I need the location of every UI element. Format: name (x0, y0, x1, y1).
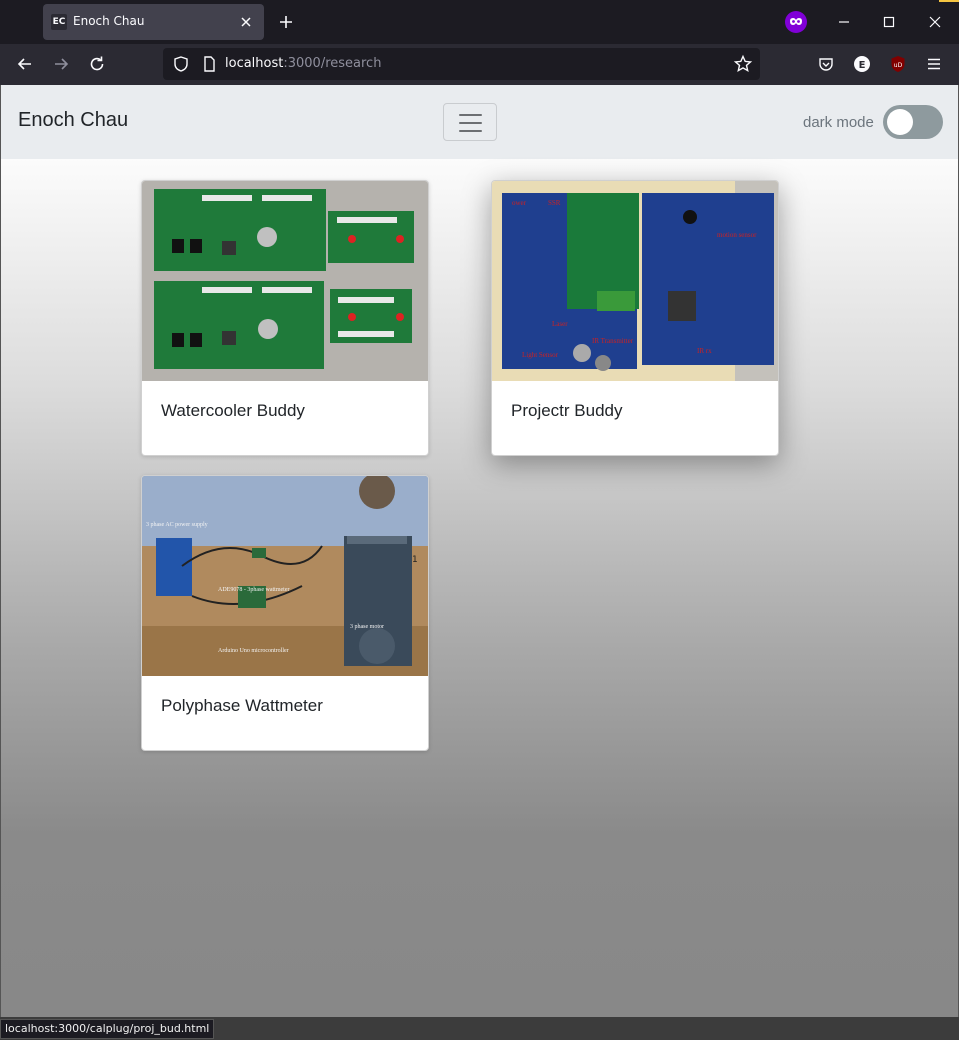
private-browsing-icon[interactable] (785, 11, 807, 33)
photo-label: IR rx (697, 347, 712, 355)
site-navbar: Enoch Chau dark mode (1, 85, 958, 159)
card-title[interactable]: Watercooler Buddy (161, 401, 305, 421)
favicon-icon: EC (51, 14, 67, 30)
bookmark-star-icon[interactable] (733, 54, 753, 74)
photo-label: SSR (548, 199, 561, 207)
photo-label: Laser (552, 320, 568, 328)
blue-pcb-boards-photo: ower SSR Laser IR Transmitter Light Sens… (492, 181, 778, 381)
dark-mode-label: dark mode (803, 114, 874, 131)
navbar-toggler-button[interactable] (443, 103, 497, 141)
project-card-polyphase-wattmeter[interactable]: 3 phase AC power supply ADE9078 - 3phase… (141, 475, 429, 751)
page-content: Enoch Chau dark mode Watercooler Buddy o… (0, 85, 959, 1017)
url-text[interactable]: localhost:3000/research (225, 56, 381, 71)
address-bar[interactable]: localhost:3000/research (163, 48, 760, 80)
window-close-icon[interactable] (923, 10, 947, 34)
project-card-projectr-buddy[interactable]: ower SSR Laser IR Transmitter Light Sens… (491, 180, 779, 456)
browser-toolbar: localhost:3000/research E uD (0, 44, 959, 85)
status-link-url: localhost:3000/calplug/proj_bud.html (0, 1019, 215, 1039)
project-card-watercooler-buddy[interactable]: Watercooler Buddy (141, 180, 429, 456)
forward-arrow-icon[interactable] (51, 54, 71, 74)
photo-label: 1 (412, 555, 418, 565)
reload-icon[interactable] (87, 54, 107, 74)
photo-label: Arduino Uno microcontroller (218, 648, 289, 654)
new-tab-icon[interactable] (275, 11, 297, 33)
site-brand[interactable]: Enoch Chau (18, 109, 128, 132)
photo-label: 3 phase AC power supply (146, 522, 208, 528)
photo-label: 3 phase motor (350, 624, 384, 630)
tab-close-icon[interactable] (236, 12, 256, 32)
svg-text:uD: uD (894, 62, 903, 69)
page-icon[interactable] (199, 54, 219, 74)
status-bar: localhost:3000/calplug/proj_bud.html (0, 1017, 959, 1040)
minimize-icon[interactable] (832, 10, 856, 34)
pocket-icon[interactable] (816, 54, 836, 74)
window-accent (939, 0, 959, 2)
photo-label: motion sensor (717, 231, 757, 239)
toggle-knob (887, 109, 913, 135)
shield-icon[interactable] (171, 54, 191, 74)
browser-tab-bar: EC Enoch Chau (0, 0, 959, 44)
menu-icon[interactable] (924, 54, 944, 74)
card-title[interactable]: Polyphase Wattmeter (161, 696, 323, 716)
photo-label: ADE9078 - 3phase wattmeter (218, 587, 289, 593)
card-title[interactable]: Projectr Buddy (511, 401, 623, 421)
photo-label: Light Sensor (522, 351, 559, 359)
wattmeter-bench-photo: 3 phase AC power supply ADE9078 - 3phase… (142, 476, 428, 676)
back-arrow-icon[interactable] (15, 54, 35, 74)
ublock-icon[interactable]: uD (888, 54, 908, 74)
green-pcb-boards-photo (142, 181, 428, 381)
photo-label: IR Transmitter (592, 337, 634, 345)
extension-e-icon[interactable]: E (852, 54, 872, 74)
photo-label: ower (512, 199, 527, 207)
browser-tab[interactable]: EC Enoch Chau (43, 4, 264, 40)
dark-mode-toggle[interactable] (883, 105, 943, 139)
tab-title: Enoch Chau (73, 14, 145, 28)
maximize-icon[interactable] (877, 10, 901, 34)
svg-text:E: E (859, 60, 866, 71)
